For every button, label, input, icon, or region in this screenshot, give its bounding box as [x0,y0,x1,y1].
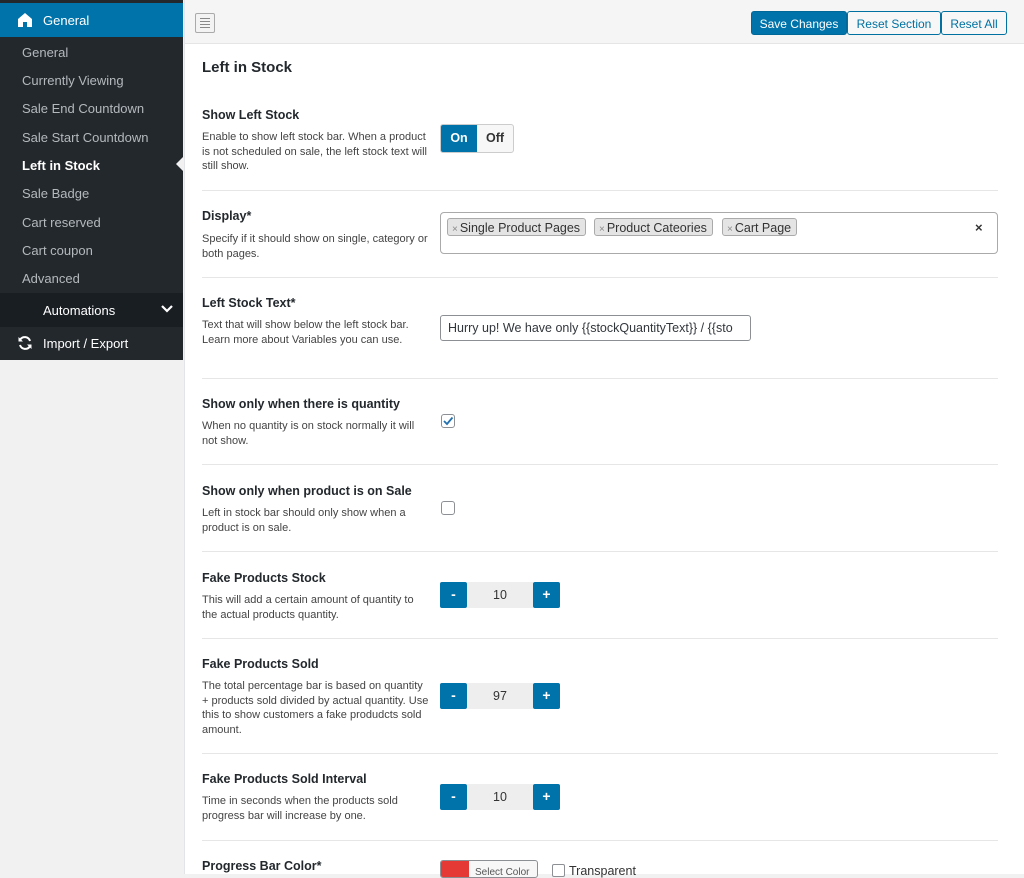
fake-stock-stepper: - 10 + [440,582,560,608]
field-desc-fake-sold: The total percentage bar is based on qua… [202,680,429,736]
active-item-indicator [176,157,183,171]
chip-remove-icon[interactable]: × [727,224,733,235]
options-toolbar: Save Changes Reset Section Reset All [185,0,1024,44]
transparent-label: Transparent [569,864,636,878]
field-title-show-only-sale: Show only when product is on Sale [202,484,412,498]
divider [202,638,998,639]
fake-sold-value[interactable]: 97 [467,683,533,709]
field-desc-show-only-quantity: When no quantity is on stock normally it… [202,420,415,447]
show-left-stock-toggle[interactable]: On Off [440,124,514,153]
increment-button[interactable]: + [533,683,560,709]
show-only-quantity-checkbox[interactable] [441,414,455,428]
sidebar-item-cart-coupon[interactable]: Cart coupon [22,243,93,258]
sidebar-item-currently-viewing[interactable]: Currently Viewing [22,73,124,88]
chip-remove-icon[interactable]: × [599,224,605,235]
chip-product-cateories: × Product Cateories [594,218,713,236]
decrement-button[interactable]: - [440,582,467,608]
chevron-down-icon [161,305,173,313]
checkmark-icon [443,416,454,426]
field-title-display: Display* [202,209,252,223]
sidebar-item-general[interactable]: General [22,45,68,60]
sidebar-item-automations[interactable]: Automations [0,293,183,327]
show-only-sale-checkbox[interactable] [441,501,455,515]
field-title-show-only-quantity: Show only when there is quantity [202,397,400,411]
fake-interval-stepper: - 10 + [440,784,560,810]
sidebar-item-advanced[interactable]: Advanced [22,271,80,286]
sidebar-item-sale-start-countdown[interactable]: Sale Start Countdown [22,130,148,145]
automations-label: Automations [43,303,116,318]
reset-all-button[interactable]: Reset All [941,11,1007,35]
reset-section-button[interactable]: Reset Section [847,11,941,35]
expand-panel-icon[interactable] [195,13,215,33]
divider [202,753,998,754]
divider [202,277,998,278]
divider [202,378,998,379]
display-multiselect[interactable]: × Single Product Pages × Product Cateories… [440,212,998,254]
field-desc-left-stock-text: Text that will show below the left stock… [202,319,409,346]
sidebar-item-general-header[interactable]: General [0,3,183,37]
transparent-checkbox[interactable] [552,864,565,877]
field-desc-display: Specify if it should show on single, cat… [202,233,428,260]
chip-remove-icon[interactable]: × [452,224,458,235]
decrement-button[interactable]: - [440,784,467,810]
section-title: Left in Stock [202,59,293,76]
sidebar-header-label: General [43,13,90,28]
chip-label: Product Cateories [606,221,707,235]
chip-cart-page: × Cart Page [722,218,798,236]
clear-all-icon[interactable]: × [975,220,983,235]
increment-button[interactable]: + [533,582,560,608]
select-color-label: Select Color [475,867,530,878]
settings-panel: Save Changes Reset Section Reset All Lef… [184,0,1024,878]
field-title-show-left-stock: Show Left Stock [202,108,300,122]
field-desc-fake-stock: This will add a certain amount of quanti… [202,594,414,621]
fake-sold-stepper: - 97 + [440,683,560,709]
left-stock-text-input[interactable]: Hurry up! We have only {{stockQuantityTe… [440,315,751,341]
decrement-button[interactable]: - [440,683,467,709]
chip-label: Single Product Pages [459,221,581,235]
admin-sidebar: General General Currently Viewing Sale E… [0,0,183,360]
divider [202,840,998,841]
sidebar-item-import-export[interactable]: Import / Export [0,327,183,360]
import-export-label: Import / Export [43,336,129,351]
sidebar-item-sale-end-countdown[interactable]: Sale End Countdown [22,101,144,116]
field-desc-show-only-sale: Left in stock bar should only show when … [202,507,406,534]
field-title-progress-color: Progress Bar Color* [202,859,322,873]
field-title-fake-sold: Fake Products Sold [202,657,319,671]
field-title-fake-stock: Fake Products Stock [202,571,326,585]
divider [202,551,998,552]
field-title-left-stock-text: Left Stock Text* [202,296,296,310]
save-changes-button[interactable]: Save Changes [751,11,847,35]
home-icon [18,13,32,27]
toggle-on-option[interactable]: On [441,125,477,152]
field-desc-show-left-stock: Enable to show left stock bar. When a pr… [202,131,428,172]
increment-button[interactable]: + [533,784,560,810]
refresh-icon [18,336,32,350]
field-title-fake-interval: Fake Products Sold Interval [202,772,367,786]
fake-stock-value[interactable]: 10 [467,582,533,608]
select-color-button[interactable]: Select Color [440,860,538,878]
sidebar-item-cart-reserved[interactable]: Cart reserved [22,215,101,230]
chip-label: Cart Page [734,221,792,235]
chip-single-product-pages: × Single Product Pages [447,218,587,236]
divider [202,464,998,465]
toggle-off-option[interactable]: Off [477,125,513,152]
fake-interval-value[interactable]: 10 [467,784,533,810]
sidebar-item-sale-badge[interactable]: Sale Badge [22,186,89,201]
field-desc-fake-interval: Time in seconds when the products sold p… [202,795,398,822]
color-swatch [441,861,469,877]
sidebar-item-left-in-stock[interactable]: Left in Stock [22,158,100,173]
divider [202,190,998,191]
